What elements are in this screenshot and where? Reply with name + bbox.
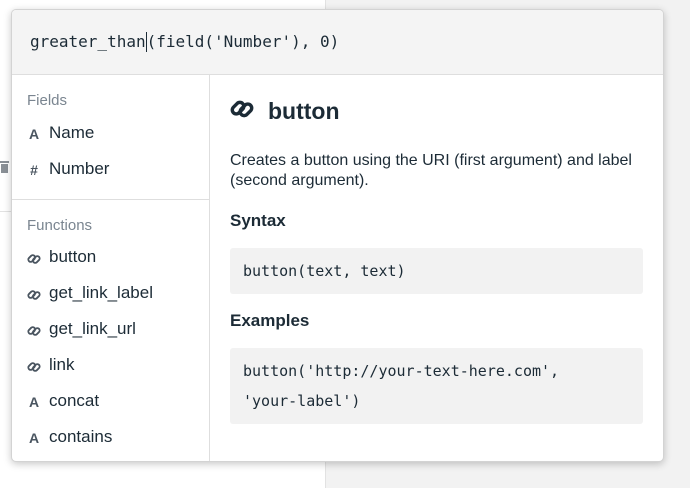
formula-text-after-caret: (field('Number'), 0) [146, 32, 340, 51]
text-type-icon: A [28, 393, 40, 410]
function-item-get-link-label[interactable]: get_link_label [27, 281, 153, 305]
text-type-icon: A [28, 125, 40, 142]
function-item-button[interactable]: button [27, 245, 96, 269]
example-line: button('http://your-text-here.com', [243, 362, 560, 380]
function-item-concat[interactable]: Aconcat [27, 389, 99, 413]
function-item-link[interactable]: link [27, 353, 75, 377]
examples-heading: Examples [230, 311, 310, 330]
examples-code-block: button('http://your-text-here.com', 'your… [230, 348, 643, 424]
background-gridline [0, 211, 11, 212]
function-description: Creates a button using the URI (first ar… [230, 152, 632, 189]
formula-input[interactable]: greater_than(field('Number'), 0) [30, 32, 339, 52]
link-icon [27, 282, 41, 306]
fields-section-title: Fields [27, 92, 68, 109]
section-divider [12, 199, 209, 200]
field-item-name[interactable]: A Name [27, 121, 94, 145]
field-item-label: Name [49, 123, 95, 142]
formula-text-before-caret: greater_than [30, 32, 146, 51]
function-item-label: contains [49, 427, 113, 446]
function-item-label: link [49, 355, 75, 374]
function-item-label: get_link_url [49, 319, 136, 338]
formula-bar[interactable]: greater_than(field('Number'), 0) [12, 10, 663, 75]
text-type-icon: A [28, 429, 40, 446]
link-icon [230, 97, 256, 129]
link-icon [27, 354, 41, 378]
function-item-label: get_link_label [49, 283, 153, 302]
link-icon [27, 318, 41, 342]
number-type-icon: # [30, 161, 38, 178]
example-line: 'your-label') [243, 392, 361, 410]
function-item-label: concat [49, 391, 100, 410]
syntax-heading: Syntax [230, 211, 286, 230]
functions-section-title: Functions [27, 217, 93, 234]
function-item-contains[interactable]: Acontains [27, 425, 112, 449]
function-title-text: button [268, 98, 340, 124]
link-icon [27, 246, 41, 270]
function-list-pane: Fields A Name # Number Functions button ge… [12, 75, 210, 461]
trash-icon[interactable] [0, 158, 9, 176]
function-detail-pane: button Creates a button using the URI (f… [210, 75, 663, 461]
syntax-code-block: button(text, text) [230, 248, 643, 294]
field-item-number[interactable]: # Number [27, 157, 109, 181]
formula-editor-popup: greater_than(field('Number'), 0) Fields … [11, 9, 664, 462]
field-item-label: Number [49, 159, 110, 178]
function-title: button [230, 95, 340, 127]
function-item-get-link-url[interactable]: get_link_url [27, 317, 136, 341]
function-item-label: button [49, 247, 97, 266]
